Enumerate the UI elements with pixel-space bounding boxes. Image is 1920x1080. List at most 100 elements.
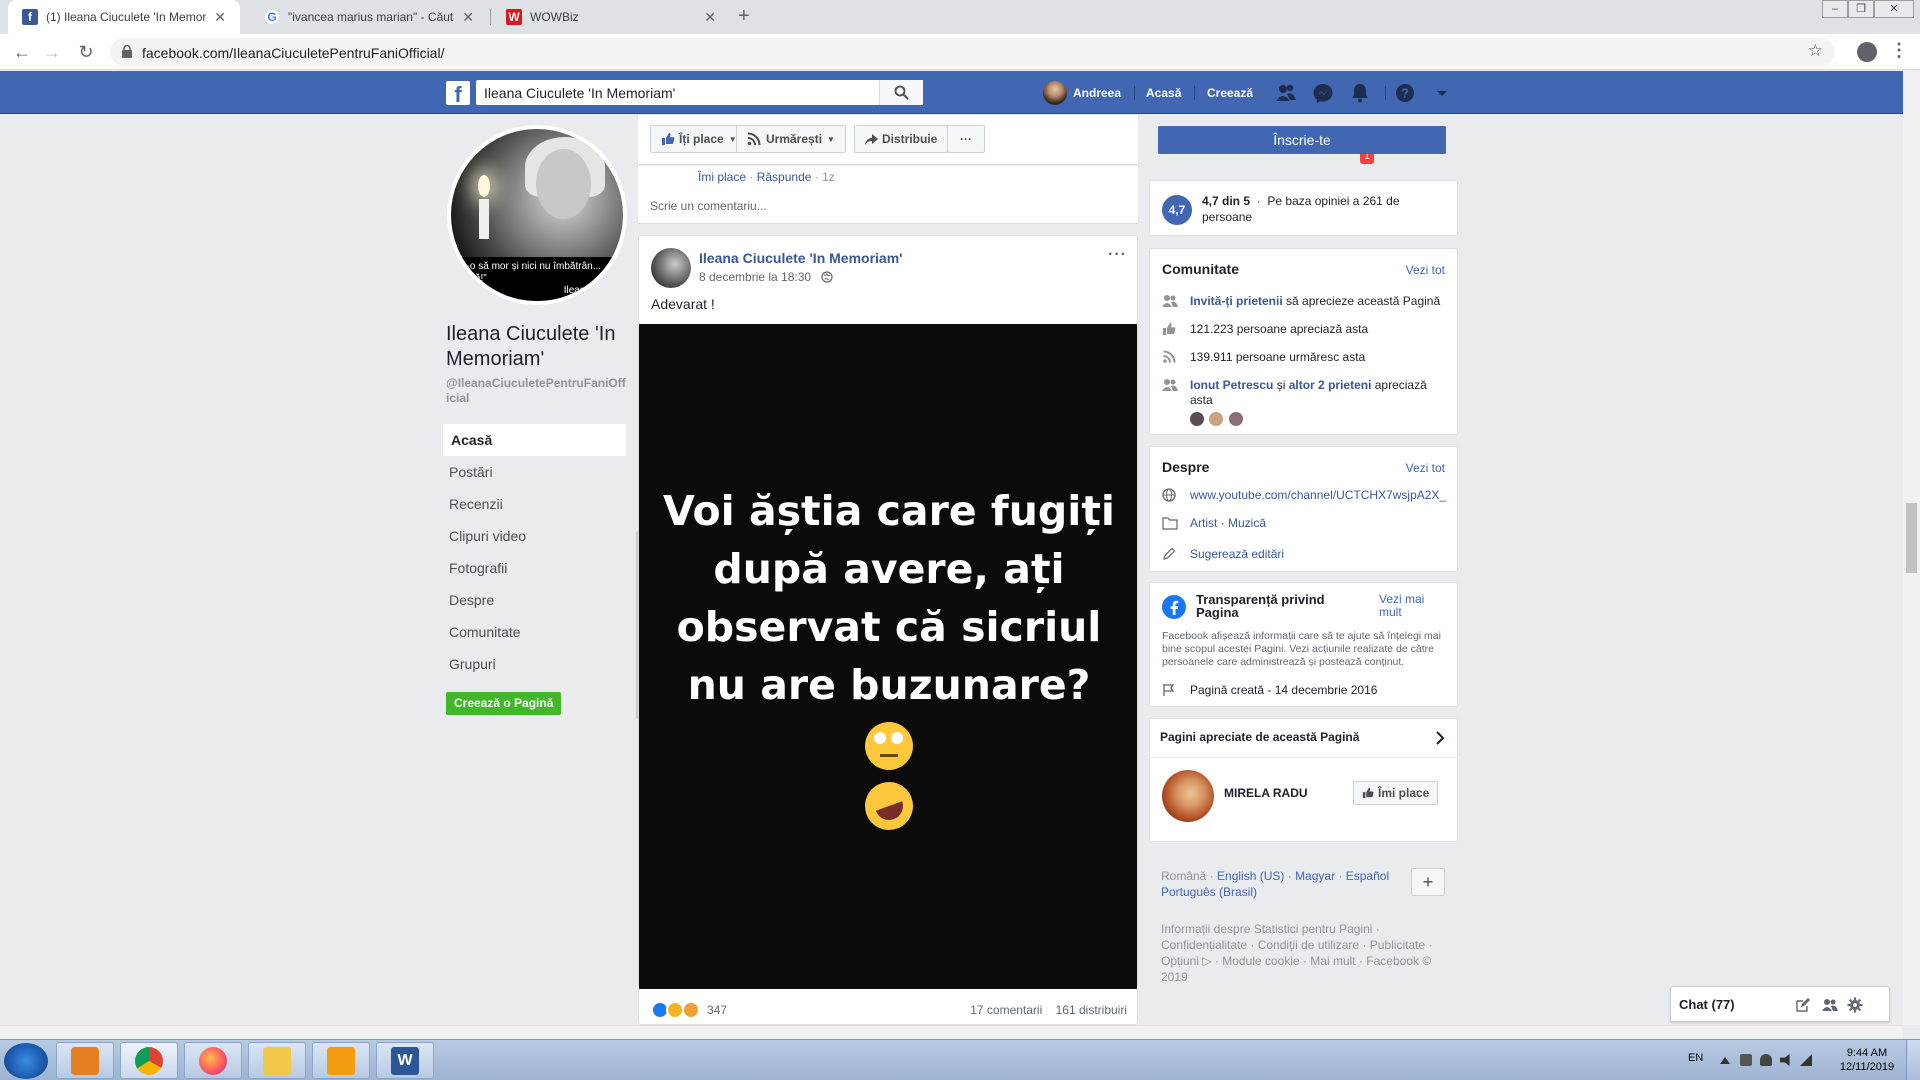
page-profile-picture[interactable]: n-o să mor și nici nu îmbătrân... dată!"…: [447, 125, 627, 305]
invite-friends-link[interactable]: Invită-ți prietenii: [1190, 294, 1283, 308]
avatar[interactable]: [1228, 412, 1243, 426]
sad-reaction-icon[interactable]: [681, 1001, 700, 1019]
follow-page-button[interactable]: Urmărești ▼: [736, 125, 846, 153]
browser-profile-icon[interactable]: [1857, 42, 1877, 62]
action-center-flag-icon[interactable]: [1760, 1054, 1772, 1066]
new-message-icon[interactable]: [1796, 998, 1810, 1012]
create-group-icon[interactable]: [1822, 998, 1838, 1012]
left-nav-groups[interactable]: Grupuri: [441, 648, 626, 680]
facebook-logo-icon[interactable]: f: [446, 81, 470, 107]
comment-like-link[interactable]: Îmi place: [698, 170, 746, 184]
search-input[interactable]: [476, 80, 876, 105]
suggest-edits-link[interactable]: Sugerează editări: [1190, 547, 1284, 561]
taskbar-outlook[interactable]: [312, 1042, 370, 1079]
windows-start-button[interactable]: [4, 1043, 48, 1079]
rating-summary[interactable]: 4,7 din 5 · Pe baza opiniei a 261 de per…: [1202, 193, 1442, 225]
restore-button[interactable]: ❐: [1848, 0, 1874, 18]
forward-icon[interactable]: →: [40, 40, 64, 64]
input-language-indicator[interactable]: EN: [1688, 1052, 1703, 1064]
chevron-right-icon[interactable]: [1435, 731, 1445, 745]
friend-requests-icon[interactable]: [1275, 82, 1297, 104]
page-handle[interactable]: @IleanaCiuculetePentruFaniOfficial: [446, 376, 626, 406]
write-comment-input[interactable]: Scrie un comentariu...: [650, 199, 767, 213]
page-title[interactable]: Ileana Ciuculete 'In Memoriam': [446, 322, 636, 372]
account-menu-chevron-icon[interactable]: [1431, 82, 1453, 104]
language-magyar[interactable]: Magyar: [1295, 869, 1335, 883]
signup-button[interactable]: Înscrie-te: [1158, 126, 1446, 154]
close-tab-icon[interactable]: ✕: [704, 9, 716, 26]
chat-sidebar-tab[interactable]: Chat (77): [1670, 986, 1890, 1022]
community-see-all-link[interactable]: Vezi tot: [1406, 263, 1445, 277]
comment-reply-link[interactable]: Răspunde: [757, 170, 812, 184]
address-bar[interactable]: facebook.com/IleanaCiuculetePentruFaniOf…: [110, 38, 1835, 66]
search-button[interactable]: [879, 80, 923, 105]
public-globe-icon[interactable]: [821, 271, 833, 283]
taskbar-media-player[interactable]: [56, 1042, 114, 1079]
left-nav-about[interactable]: Despre: [441, 584, 626, 616]
help-icon[interactable]: ?: [1394, 82, 1416, 104]
language-espanol[interactable]: Español: [1346, 869, 1389, 883]
create-link[interactable]: Creează: [1207, 71, 1253, 114]
taskbar-firefox[interactable]: [184, 1042, 242, 1079]
website-link[interactable]: www.youtube.com/channel/UCTCHX7wsjpA2X_: [1190, 488, 1446, 502]
taskbar-chrome[interactable]: [120, 1042, 178, 1079]
about-see-all-link[interactable]: Vezi tot: [1406, 461, 1445, 475]
messenger-icon[interactable]: [1312, 82, 1334, 104]
network-icon[interactable]: [1800, 1054, 1812, 1066]
left-nav-posts[interactable]: Postări: [441, 456, 626, 488]
comment-timestamp[interactable]: 1z: [822, 170, 835, 184]
left-nav-home[interactable]: Acasă: [441, 424, 626, 456]
language-portugues[interactable]: Português (Brasil): [1161, 885, 1257, 899]
avatar[interactable]: [1190, 412, 1204, 426]
taskbar-clock[interactable]: 9:44 AM 12/11/2019: [1832, 1046, 1902, 1074]
category-artist-link[interactable]: Artist: [1190, 516, 1217, 530]
close-tab-icon[interactable]: ✕: [462, 9, 474, 26]
browser-tab-wowbiz[interactable]: W WOWBiz ✕: [492, 0, 730, 34]
browser-tab-facebook[interactable]: f (1) Ileana Ciuculete 'In Memoriam' ✕: [8, 0, 240, 34]
page-more-button[interactable]: ···: [947, 125, 985, 153]
dropbox-icon[interactable]: [1740, 1054, 1752, 1066]
footer-links[interactable]: Informații despre Statistici pentru Pagi…: [1161, 921, 1451, 985]
transparency-more-link[interactable]: Vezi mai mult: [1379, 593, 1449, 619]
left-nav-reviews[interactable]: Recenzii: [441, 488, 626, 520]
category-music-link[interactable]: Muzică: [1228, 516, 1266, 530]
minimize-button[interactable]: –: [1822, 0, 1848, 18]
comments-count[interactable]: 17 comentarii: [970, 1003, 1042, 1017]
page-scrollbar-thumb[interactable]: [1906, 503, 1917, 573]
create-page-button[interactable]: Creează o Pagină: [446, 692, 562, 715]
liked-pages-title[interactable]: Pagini apreciate de această Pagină: [1160, 730, 1359, 744]
liked-page-avatar[interactable]: [1162, 770, 1214, 822]
post-options-button[interactable]: ···: [1108, 246, 1127, 264]
liked-page-like-button[interactable]: Îmi place: [1353, 781, 1439, 805]
taskbar-word[interactable]: W: [376, 1042, 434, 1079]
notifications-bell-icon[interactable]: [1349, 82, 1371, 104]
show-hidden-icons-icon[interactable]: [1720, 1057, 1730, 1064]
post-author-name[interactable]: Ileana Ciuculete 'In Memoriam': [699, 250, 903, 266]
bookmark-star-icon[interactable]: ☆: [1808, 41, 1823, 61]
taskbar-explorer[interactable]: [248, 1042, 306, 1079]
shares-count[interactable]: 161 distribuiri: [1056, 1003, 1127, 1017]
left-nav-community[interactable]: Comunitate: [441, 616, 626, 648]
like-page-button[interactable]: Îți place ▼: [650, 125, 748, 153]
left-nav-videos[interactable]: Clipuri video: [441, 520, 626, 552]
browser-tab-google[interactable]: G "ivancea marius marian" - Căutare ✕: [250, 0, 488, 34]
new-tab-button[interactable]: +: [738, 5, 750, 28]
back-icon[interactable]: ←: [10, 40, 34, 64]
page-horizontal-scrollbar[interactable]: [0, 1025, 1903, 1039]
post-timestamp[interactable]: 8 decembrie la 18:30: [699, 270, 811, 284]
post-author-avatar[interactable]: [651, 248, 691, 288]
post-image[interactable]: Voi ăștia care fugiți după avere, ați ob…: [639, 324, 1137, 989]
browser-menu-icon[interactable]: ⋮: [1890, 40, 1908, 61]
more-languages-button[interactable]: +: [1411, 868, 1445, 896]
language-english[interactable]: English (US): [1217, 869, 1284, 883]
avatar[interactable]: [1209, 412, 1224, 426]
gear-icon[interactable]: [1847, 997, 1863, 1013]
close-tab-icon[interactable]: ✕: [214, 9, 226, 26]
reactions-count[interactable]: 347: [707, 1003, 727, 1017]
reload-icon[interactable]: ↻: [74, 40, 98, 64]
friend-name-link[interactable]: Ionut Petrescu: [1190, 378, 1273, 392]
profile-link[interactable]: Andreea: [1043, 71, 1121, 114]
home-link[interactable]: Acasă: [1146, 71, 1181, 114]
other-friends-link[interactable]: altor 2 prieteni: [1289, 378, 1372, 392]
left-nav-photos[interactable]: Fotografii: [441, 552, 626, 584]
